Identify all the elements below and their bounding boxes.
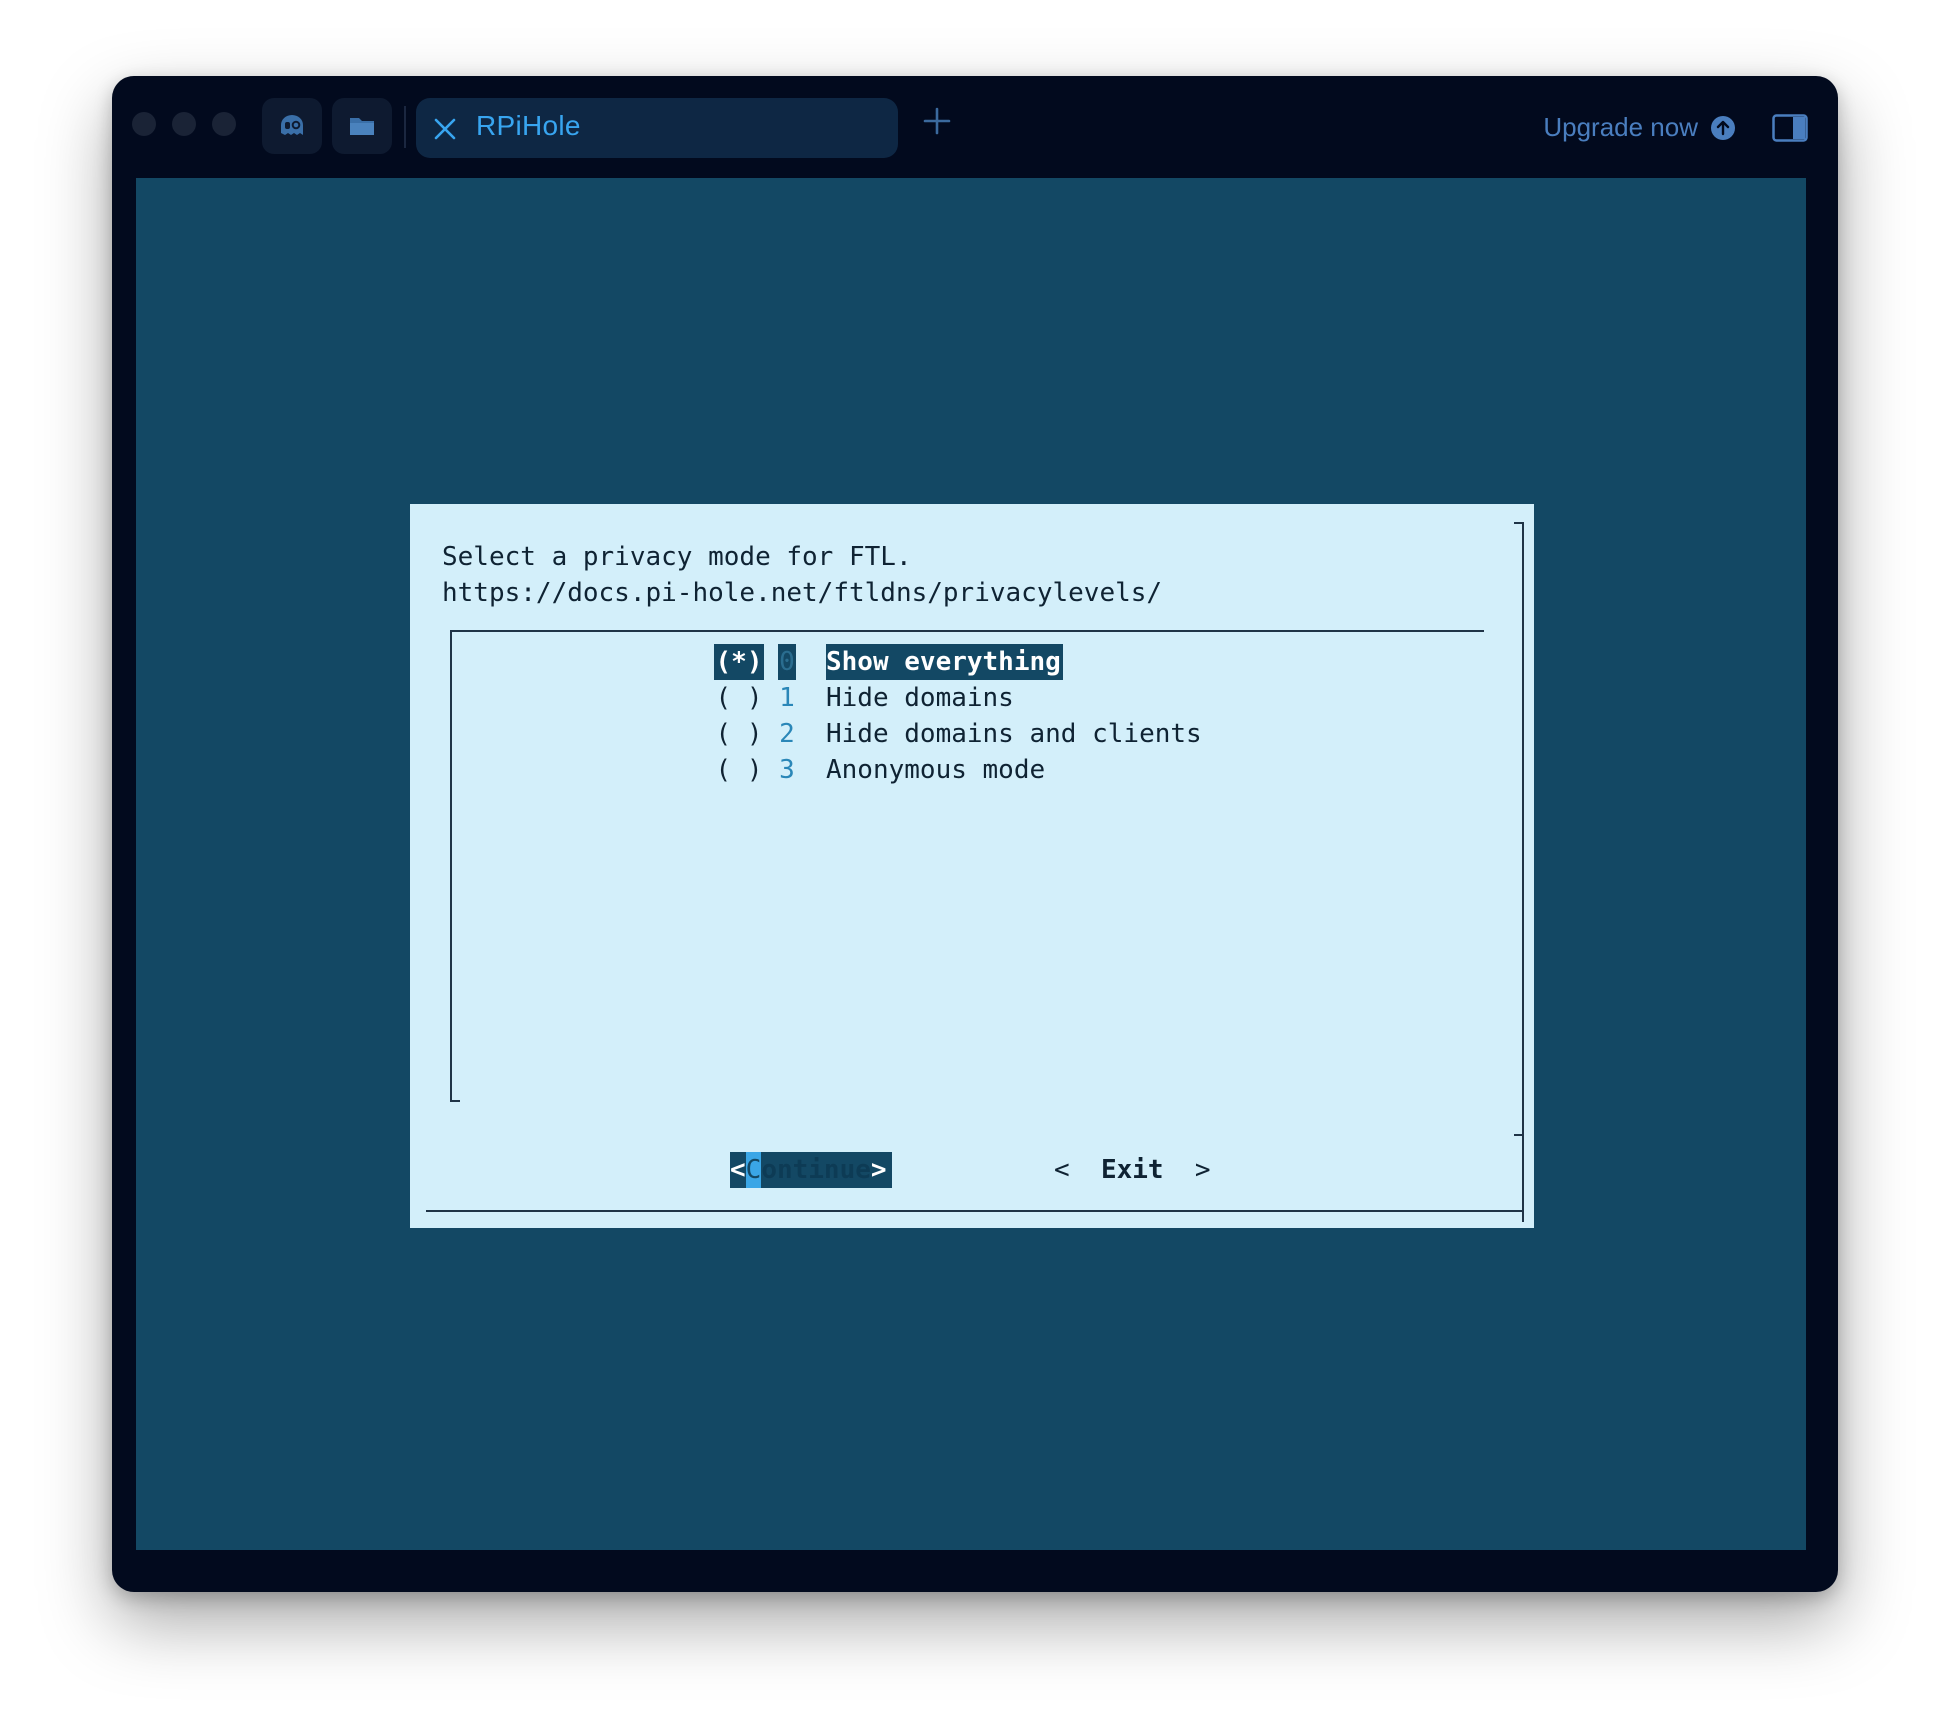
dialog-frame-edge <box>1514 1134 1524 1136</box>
list-frame-top <box>450 630 1484 632</box>
close-icon[interactable] <box>432 116 458 142</box>
list-frame-corner <box>450 1100 460 1102</box>
option-key: 2 <box>779 719 795 749</box>
option-label: Show everything <box>826 644 1063 680</box>
window-zoom-dot[interactable] <box>212 112 236 136</box>
option-key: 3 <box>779 755 795 785</box>
sidebar-toggle-icon[interactable] <box>1772 114 1808 142</box>
list-frame-left <box>450 630 452 1102</box>
continue-hotkey: C <box>745 1152 762 1188</box>
option-show-everything[interactable]: (*) 0 Show everything <box>714 644 1063 680</box>
option-label: Hide domains and clients <box>826 719 1202 749</box>
folder-button[interactable] <box>332 98 392 154</box>
button-bracket-left: < <box>730 1155 746 1185</box>
button-bracket-left: < <box>1054 1155 1070 1185</box>
folder-icon <box>350 118 374 135</box>
radio-indicator[interactable]: (*) <box>714 644 764 680</box>
ghost-button[interactable] <box>262 98 322 154</box>
dialog-message: Select a privacy mode for FTL. <box>442 542 912 572</box>
continue-button[interactable]: <Continue> <box>730 1152 892 1188</box>
option-hide-domains-and-clients[interactable]: ( ) 2 Hide domains and clients <box>714 716 1204 752</box>
upgrade-label: Upgrade now <box>1543 112 1698 142</box>
button-bracket-right: > <box>1194 1155 1211 1185</box>
exit-label: Exit <box>1100 1155 1164 1185</box>
option-key: 1 <box>779 683 795 713</box>
option-key: 0 <box>778 644 796 680</box>
radio-indicator[interactable]: ( ) <box>714 716 764 752</box>
option-label: Anonymous mode <box>826 755 1046 785</box>
exit-button[interactable]: < Exit > <box>1054 1152 1211 1188</box>
continue-label: ontinue <box>761 1155 871 1185</box>
plus-icon[interactable] <box>922 106 952 136</box>
privacy-mode-dialog: Select a privacy mode for FTL. https://d… <box>410 504 1534 1228</box>
tab-title: RPiHole <box>476 110 581 141</box>
option-anonymous-mode[interactable]: ( ) 3 Anonymous mode <box>714 752 1047 788</box>
toolbar-divider <box>404 106 406 148</box>
dialog-url: https://docs.pi-hole.net/ftldns/privacyl… <box>442 578 1163 608</box>
tab-rpihole[interactable]: RPiHole <box>416 98 898 158</box>
arrow-up-circle-icon <box>1710 115 1736 141</box>
terminal-pane[interactable]: Select a privacy mode for FTL. https://d… <box>136 178 1806 1550</box>
option-label: Hide domains <box>826 683 1014 713</box>
button-bracket-right: > <box>870 1155 887 1185</box>
dialog-frame-edge <box>426 1210 1524 1212</box>
app-window: RPiHole Upgrade now Select a privacy mod… <box>112 76 1838 1592</box>
option-hide-domains[interactable]: ( ) 1 Hide domains <box>714 680 1016 716</box>
ghost-icon <box>281 115 303 135</box>
radio-indicator[interactable]: ( ) <box>714 680 764 716</box>
upgrade-button[interactable]: Upgrade now <box>1543 112 1736 143</box>
window-close-dot[interactable] <box>132 112 156 136</box>
window-minimize-dot[interactable] <box>172 112 196 136</box>
radio-indicator[interactable]: ( ) <box>714 752 764 788</box>
dialog-frame-edge <box>1522 522 1524 1222</box>
